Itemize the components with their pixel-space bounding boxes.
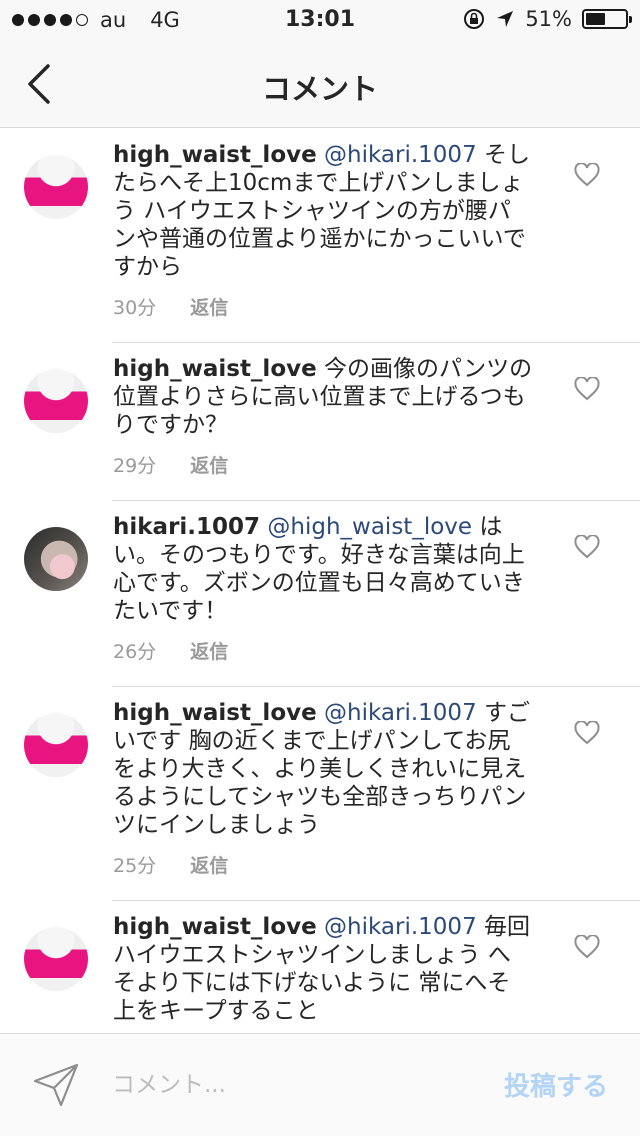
comment-username[interactable]: high_waist_love — [113, 914, 317, 940]
status-right: 51% — [463, 7, 632, 31]
comment-time: 30分 — [113, 297, 157, 319]
comment-meta: 25分 返信 — [113, 851, 640, 878]
comment-list[interactable]: high_waist_love @hikari.1007 そしたらへそ上10cm… — [0, 129, 640, 1033]
heart-icon[interactable] — [574, 377, 600, 401]
comment-meta: 30分 返信 — [113, 293, 640, 320]
heart-icon[interactable] — [574, 935, 600, 959]
comment-username[interactable]: high_waist_love — [113, 356, 317, 382]
location-arrow-icon — [497, 11, 514, 27]
comment-input[interactable] — [112, 1064, 472, 1106]
avatar[interactable] — [24, 927, 88, 991]
navigation-bar: コメント — [0, 40, 640, 128]
comment-body: high_waist_love 今の画像のパンツの位置よりさらに高い位置まで上げ… — [113, 355, 533, 439]
comment-meta: 29分 返信 — [113, 451, 640, 478]
avatar[interactable] — [24, 155, 88, 219]
comment-body: hikari.1007 @high_waist_love はい。そのつもりです。… — [113, 513, 533, 625]
heart-icon[interactable] — [574, 535, 600, 559]
comment-item: high_waist_love @hikari.1007 毎回ハイウエストシャツ… — [24, 900, 640, 1033]
comment-time: 26分 — [113, 641, 157, 663]
comment-mention[interactable]: @hikari.1007 — [324, 700, 477, 726]
comment-username[interactable]: hikari.1007 — [113, 514, 260, 540]
reply-button[interactable]: 返信 — [190, 637, 228, 664]
reply-button[interactable]: 返信 — [190, 851, 228, 878]
direct-send-icon[interactable] — [32, 1062, 80, 1108]
battery-level — [586, 13, 606, 25]
avatar[interactable] — [24, 713, 88, 777]
heart-icon[interactable] — [574, 163, 600, 187]
comment-body: high_waist_love @hikari.1007 そしたらへそ上10cm… — [113, 141, 533, 281]
reply-button[interactable]: 返信 — [190, 451, 228, 478]
comment-item: high_waist_love 今の画像のパンツの位置よりさらに高い位置まで上げ… — [24, 342, 640, 500]
status-bar: au 4G 13:01 51% — [0, 0, 640, 40]
comment-mention[interactable]: @hikari.1007 — [324, 142, 477, 168]
battery-icon — [582, 9, 632, 29]
comment-username[interactable]: high_waist_love — [113, 700, 317, 726]
comment-username[interactable]: high_waist_love — [113, 142, 317, 168]
page-title: コメント — [261, 72, 378, 106]
comment-item: hikari.1007 @high_waist_love はい。そのつもりです。… — [24, 500, 640, 686]
comment-input-bar: 投稿する — [0, 1033, 640, 1136]
battery-percent: 51% — [525, 7, 572, 31]
comment-time: 25分 — [113, 855, 157, 877]
avatar[interactable] — [24, 527, 88, 591]
comment-time: 29分 — [113, 455, 157, 477]
comment-mention[interactable]: @hikari.1007 — [324, 914, 477, 940]
comment-meta: 26分 返信 — [113, 637, 640, 664]
post-button[interactable]: 投稿する — [504, 1066, 608, 1103]
comment-body: high_waist_love @hikari.1007 すごいです 胸の近くま… — [113, 699, 533, 839]
avatar[interactable] — [24, 369, 88, 433]
rotation-lock-icon — [464, 9, 485, 29]
reply-button[interactable]: 返信 — [190, 293, 228, 320]
comment-mention[interactable]: @high_waist_love — [267, 514, 472, 540]
comment-item: high_waist_love @hikari.1007 そしたらへそ上10cm… — [0, 129, 640, 342]
comment-body: high_waist_love @hikari.1007 毎回ハイウエストシャツ… — [113, 913, 533, 1025]
heart-icon[interactable] — [574, 721, 600, 745]
comment-item: high_waist_love @hikari.1007 すごいです 胸の近くま… — [24, 686, 640, 900]
